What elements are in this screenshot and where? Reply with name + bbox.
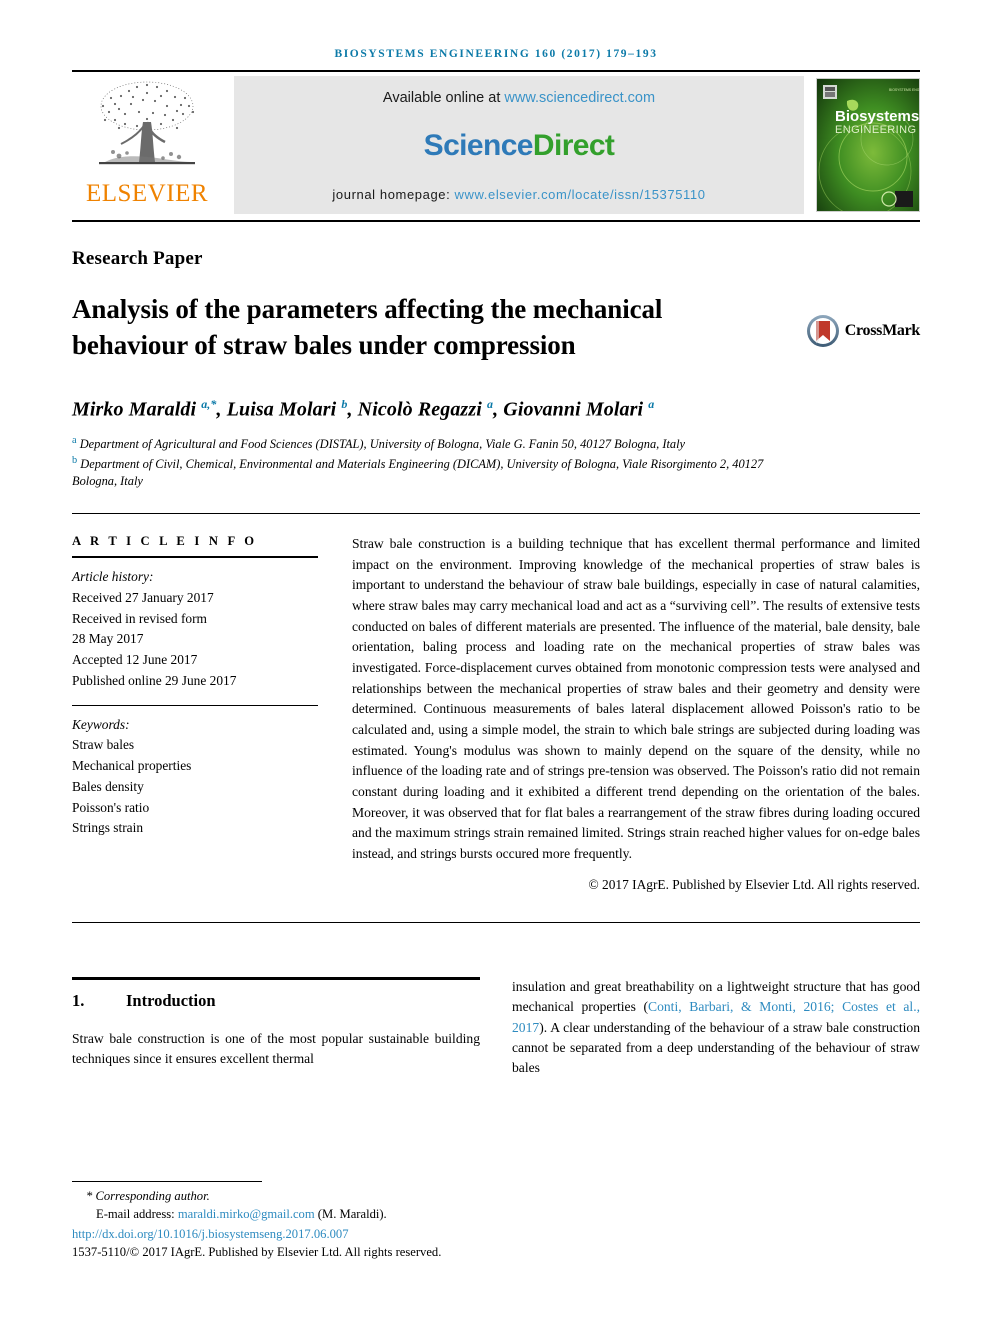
- article-info-panel: A R T I C L E I N F O Article history: R…: [72, 534, 318, 896]
- elsevier-logo: ELSEVIER: [72, 72, 222, 220]
- doi-link[interactable]: http://dx.doi.org/10.1016/j.biosystemsen…: [72, 1225, 920, 1243]
- abstract-copyright: © 2017 IAgrE. Published by Elsevier Ltd.…: [588, 877, 921, 893]
- keyword-item: Poisson's ratio: [72, 799, 150, 815]
- keywords-label: Keywords:: [72, 716, 130, 732]
- journal-homepage-link[interactable]: www.elsevier.com/locate/issn/15375110: [455, 187, 706, 202]
- introduction-number: 1.: [72, 990, 85, 1010]
- author-list: Mirko Maraldi a,*, Luisa Molari b, Nicol…: [72, 397, 655, 421]
- introduction-title: Introduction: [126, 990, 216, 1010]
- article-info-heading: A R T I C L E I N F O: [72, 533, 258, 548]
- keywords-block: Keywords: Straw bales Mechanical propert…: [72, 715, 318, 840]
- intro-rule: [72, 976, 480, 980]
- affiliation-mark-a: a: [72, 434, 77, 446]
- page-footnote: * Corresponding author. E-mail address: …: [72, 1181, 920, 1261]
- article-history-item: Accepted 12 June 2017: [72, 652, 198, 668]
- journal-homepage-label: journal homepage:: [332, 187, 455, 202]
- svg-text:Biosystems: Biosystems: [835, 108, 919, 125]
- issn-copyright-line: 1537-5110/© 2017 IAgrE. Published by Els…: [72, 1244, 442, 1259]
- affiliation-b-text: Department of Civil, Chemical, Environme…: [72, 456, 764, 489]
- keyword-item: Mechanical properties: [72, 758, 192, 774]
- article-info-rule: [72, 555, 318, 558]
- keyword-item: Bales density: [72, 778, 144, 794]
- journal-homepage-line: journal homepage: www.elsevier.com/locat…: [332, 187, 705, 202]
- journal-masthead: ELSEVIER Available online at www.science…: [72, 70, 920, 222]
- introduction-paragraph-right: insulation and great breathability on a …: [512, 977, 920, 1079]
- elsevier-wordmark: ELSEVIER: [85, 180, 209, 207]
- journal-cover-image: BIOSYSTEMS ENG Biosystems ENGINEERING: [817, 79, 919, 211]
- crossmark-label: CrossMark: [844, 322, 921, 339]
- abstract-text: Straw bale construction is a building te…: [352, 535, 920, 861]
- introduction-heading: 1. Introduction: [72, 991, 480, 1011]
- article-history-item: Published online 29 June 2017: [72, 672, 237, 688]
- abstract-bottom-divider: [72, 921, 920, 923]
- affiliations: a Department of Agricultural and Food Sc…: [72, 434, 772, 491]
- svg-text:ENGINEERING: ENGINEERING: [835, 124, 916, 136]
- running-head: Biosystems Engineering 160 (2017) 179–19…: [334, 48, 658, 60]
- affiliation-b: b Department of Civil, Chemical, Environ…: [72, 454, 772, 491]
- email-suffix: (M. Maraldi).: [314, 1207, 387, 1222]
- sciencedirect-logo-direct: Direct: [532, 128, 615, 162]
- page-title: Analysis of the parameters affecting the…: [72, 294, 663, 360]
- available-online-line: Available online at www.sciencedirect.co…: [383, 90, 655, 106]
- article-type-label: Research Paper: [72, 248, 203, 269]
- article-history-block: Article history: Received 27 January 201…: [72, 567, 318, 692]
- info-and-abstract: A R T I C L E I N F O Article history: R…: [72, 534, 920, 896]
- article-history-label: Article history:: [72, 568, 154, 584]
- article-history-item: Received 27 January 2017: [72, 589, 214, 605]
- body-column-right: insulation and great breathability on a …: [512, 977, 920, 1079]
- affiliation-mark-b: b: [72, 454, 78, 466]
- body-columns: 1. Introduction Straw bale construction …: [72, 976, 920, 1079]
- abstract-panel: Straw bale construction is a building te…: [352, 534, 920, 896]
- elsevier-tree-icon: [99, 81, 195, 165]
- email-note: E-mail address: maraldi.mirko@gmail.com …: [72, 1205, 920, 1223]
- svg-text:BIOSYSTEMS ENG: BIOSYSTEMS ENG: [889, 88, 919, 92]
- keywords-rule: [72, 704, 318, 706]
- affiliation-a: a Department of Agricultural and Food Sc…: [72, 434, 772, 454]
- available-online-label: Available online at: [382, 90, 505, 106]
- article-history-item: 28 May 2017: [72, 631, 144, 647]
- crossmark-badge[interactable]: CrossMark: [806, 314, 920, 348]
- email-label: E-mail address:: [96, 1207, 178, 1222]
- intro-right-post: ). A clear understanding of the behaviou…: [512, 1019, 920, 1076]
- keyword-item: Straw bales: [72, 737, 135, 753]
- corresponding-author-note: * Corresponding author.: [86, 1189, 210, 1203]
- article-history-item: Received in revised form: [72, 610, 207, 626]
- journal-article-page: Biosystems Engineering 160 (2017) 179–19…: [0, 0, 992, 1323]
- keyword-item: Strings strain: [72, 820, 144, 836]
- introduction-paragraph-left: Straw bale construction is one of the mo…: [72, 1030, 480, 1067]
- sciencedirect-logo-science: Science: [423, 128, 534, 162]
- sciencedirect-logo[interactable]: ScienceDirect: [424, 129, 615, 163]
- body-column-left: 1. Introduction Straw bale construction …: [72, 976, 480, 1079]
- journal-cover-thumbnail[interactable]: BIOSYSTEMS ENG Biosystems ENGINEERING: [816, 78, 920, 212]
- email-link[interactable]: maraldi.mirko@gmail.com: [178, 1207, 315, 1221]
- affiliation-a-text: Department of Agricultural and Food Scie…: [79, 437, 686, 452]
- header-divider: [72, 512, 920, 514]
- crossmark-icon: [806, 315, 839, 347]
- sciencedirect-banner: Available online at www.sciencedirect.co…: [234, 76, 804, 214]
- sciencedirect-url-link[interactable]: www.sciencedirect.com: [504, 90, 655, 106]
- footnote-rule: [72, 1181, 262, 1182]
- title-row: Analysis of the parameters affecting the…: [72, 292, 920, 363]
